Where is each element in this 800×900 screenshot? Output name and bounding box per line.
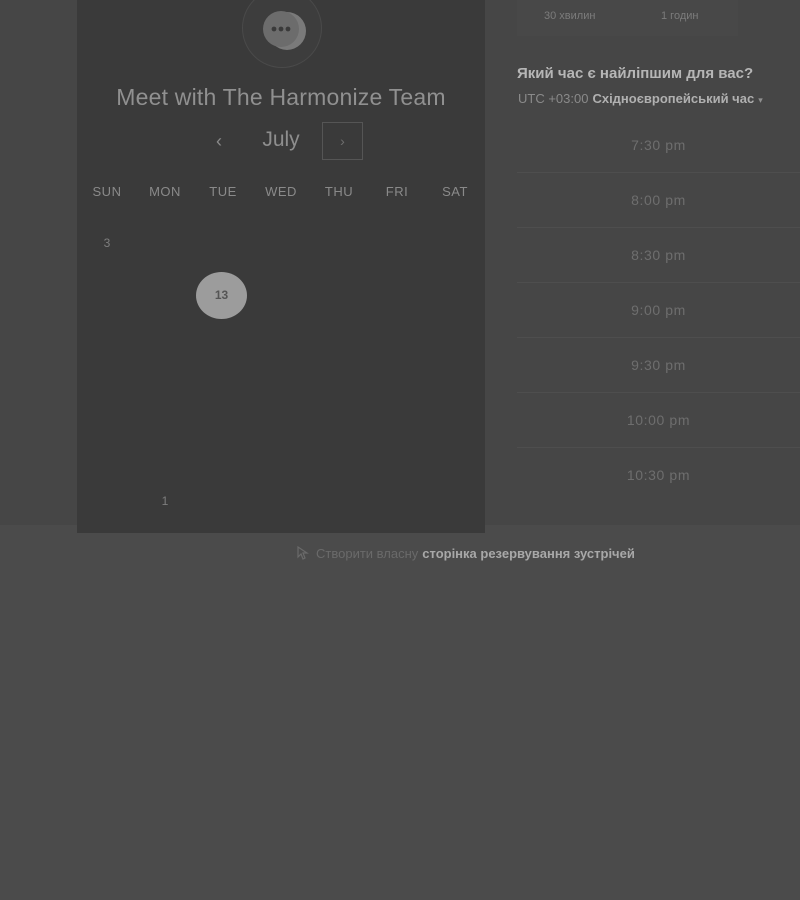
create-booking-page-link[interactable]: Створити власну сторінка резервування зус… [296, 545, 635, 561]
pointer-icon [297, 545, 309, 560]
calendar-panel: Meet with The Harmonize Team ‹ July › SU… [77, 0, 485, 533]
time-slot[interactable]: 8:00 pm [517, 173, 800, 228]
page-title: Meet with The Harmonize Team [116, 84, 446, 110]
time-slot[interactable]: 8:30 pm [517, 228, 800, 283]
time-slot[interactable]: 7:30 pm [517, 118, 800, 173]
footer-prefix: Створити власну [316, 546, 419, 561]
selected-day[interactable]: 13 [196, 272, 247, 319]
duration-30min-button[interactable]: 30 хвилин [544, 10, 595, 22]
caret-down-icon: ▾ [758, 95, 763, 105]
weekday-sat: SAT [442, 184, 468, 199]
calendar-day: 3 [103, 236, 111, 250]
weekday-thu: THU [324, 184, 354, 199]
timezone-name: Східноєвропейський час [592, 91, 755, 106]
next-month-button[interactable]: › [322, 122, 363, 160]
month-navigation: ‹ July › [77, 122, 485, 162]
chevron-right-icon: › [340, 133, 345, 149]
prev-month-button[interactable]: ‹ [205, 126, 233, 156]
timezone-selector[interactable]: UTC +03:00 Східноєвропейський час ▾ [518, 91, 763, 106]
month-label: July [262, 128, 300, 151]
weekday-tue: TUE [209, 184, 237, 199]
time-slot[interactable]: 9:00 pm [517, 283, 800, 338]
time-slot[interactable]: 10:00 pm [517, 393, 800, 448]
weekday-fri: FRI [385, 184, 409, 199]
duration-selector: 30 хвилин 1 годин [517, 0, 738, 36]
footer-link-text: сторінка резервування зустрічей [422, 546, 635, 561]
time-question: Який час є найліпшим для вас? [517, 65, 754, 82]
weekday-mon: MON [149, 184, 181, 199]
weekday-sun: SUN [92, 184, 122, 199]
weekday-wed: WED [265, 184, 297, 199]
duration-1hour-button[interactable]: 1 годин [661, 10, 698, 22]
calendar-day: 1 [161, 494, 169, 508]
timezone-offset: UTC +03:00 [518, 91, 589, 106]
time-slot[interactable]: 10:30 pm [517, 448, 800, 503]
chat-bubble-logo-icon [263, 11, 306, 50]
time-slot[interactable]: 9:30 pm [517, 338, 800, 393]
chevron-left-icon: ‹ [216, 131, 222, 151]
